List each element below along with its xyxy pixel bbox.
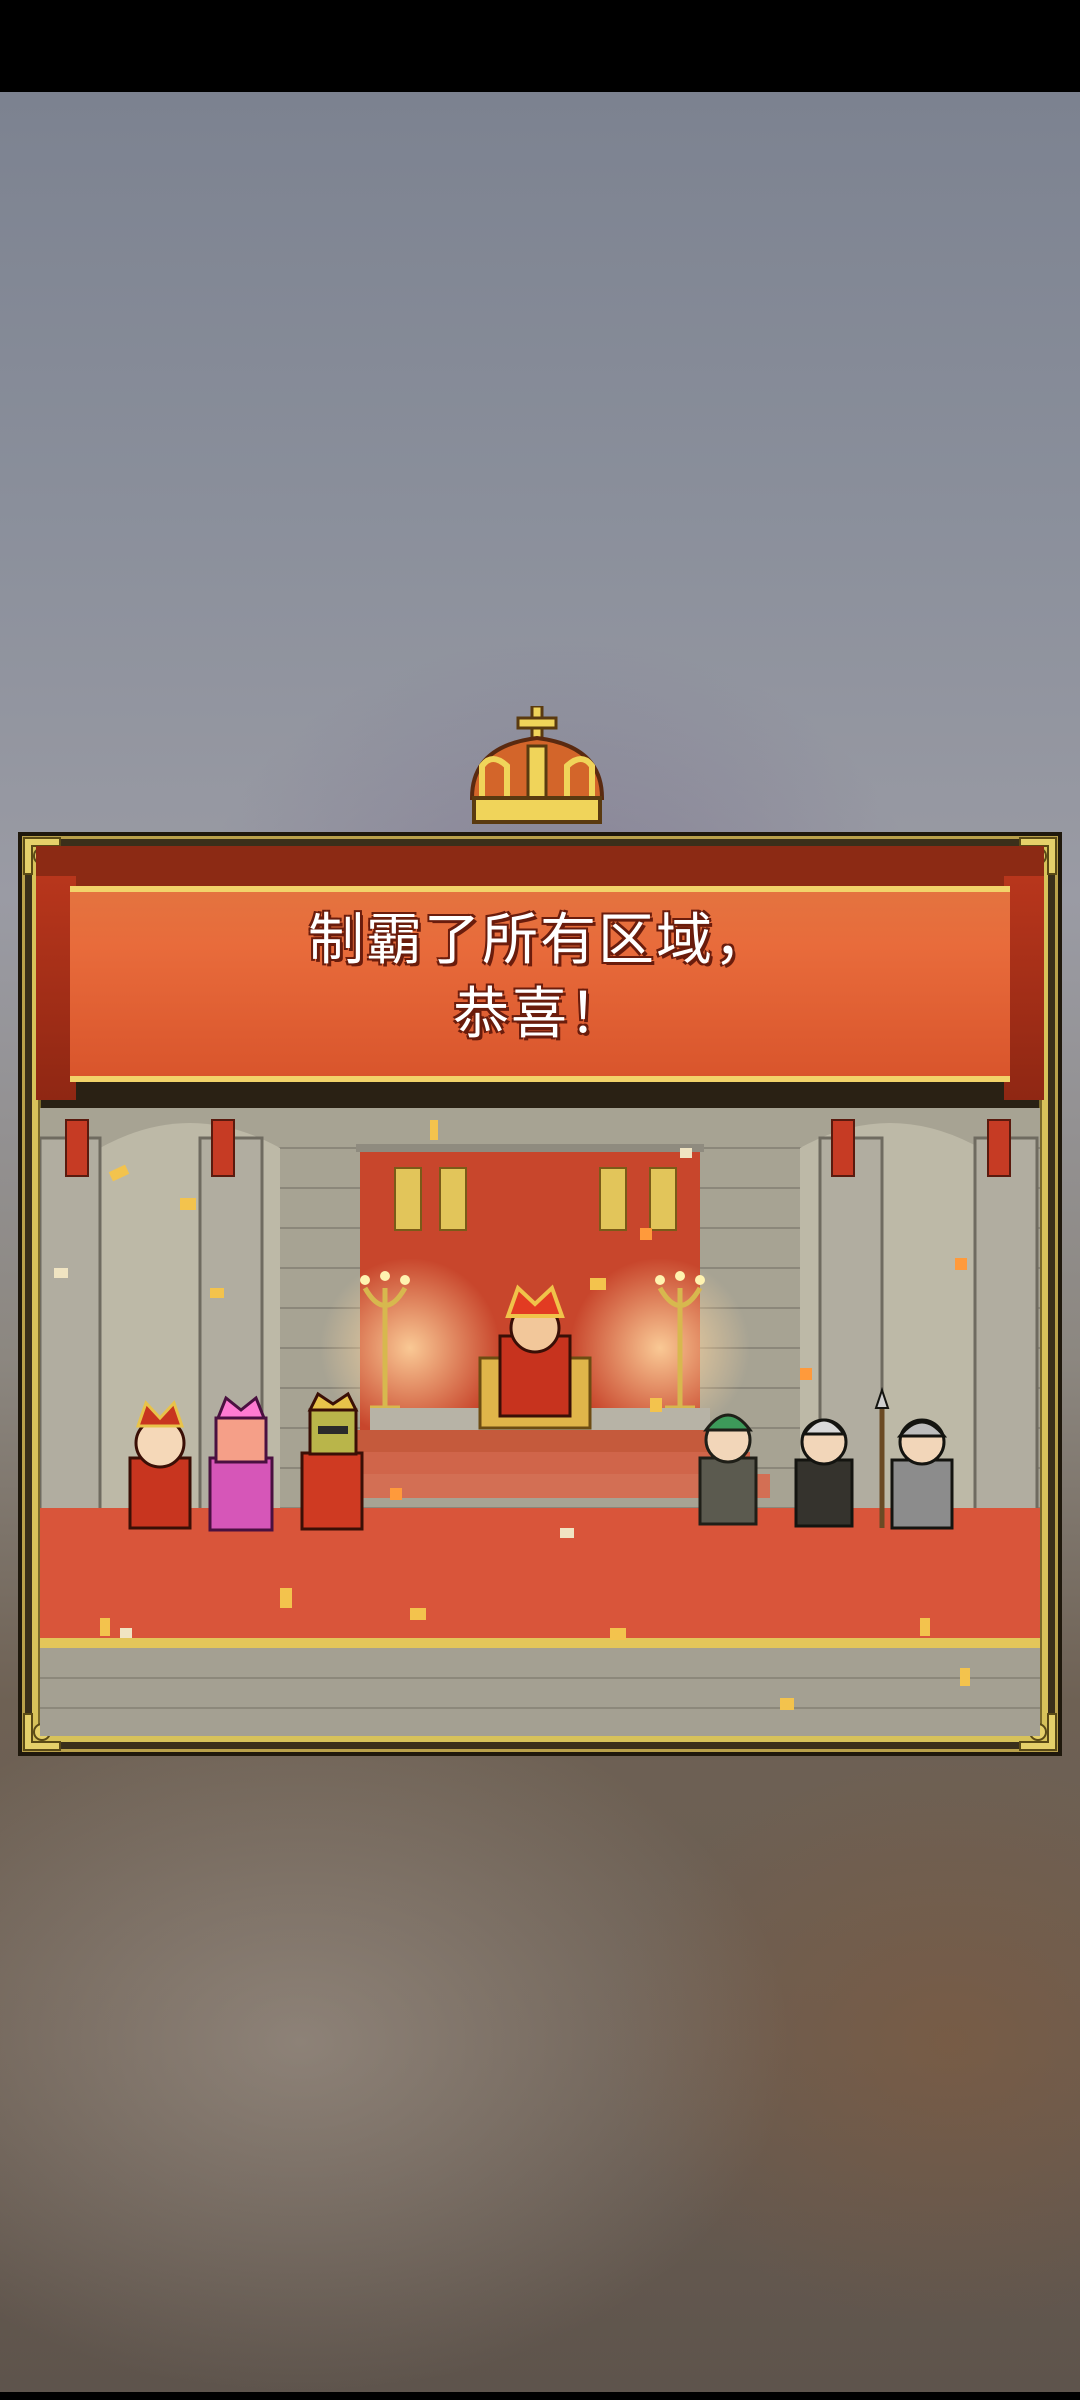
merchant-character (698, 1413, 758, 1526)
banner-side-right (1004, 876, 1044, 1100)
banner-top-band (36, 846, 1044, 886)
title-banner: 制霸了所有区域， 恭喜！ (36, 846, 1044, 1106)
old-king-character (128, 1400, 192, 1530)
knight-character (300, 1391, 364, 1531)
princess-character (208, 1395, 274, 1532)
elder-character (794, 1418, 854, 1528)
congratulations-title: 制霸了所有区域， 恭喜！ (308, 908, 772, 1047)
navigation-bar (0, 2392, 1080, 2400)
crown-icon (469, 706, 605, 824)
throne-room-scene (40, 1108, 1040, 1736)
king-character (498, 1284, 572, 1418)
status-bar (0, 0, 1080, 92)
